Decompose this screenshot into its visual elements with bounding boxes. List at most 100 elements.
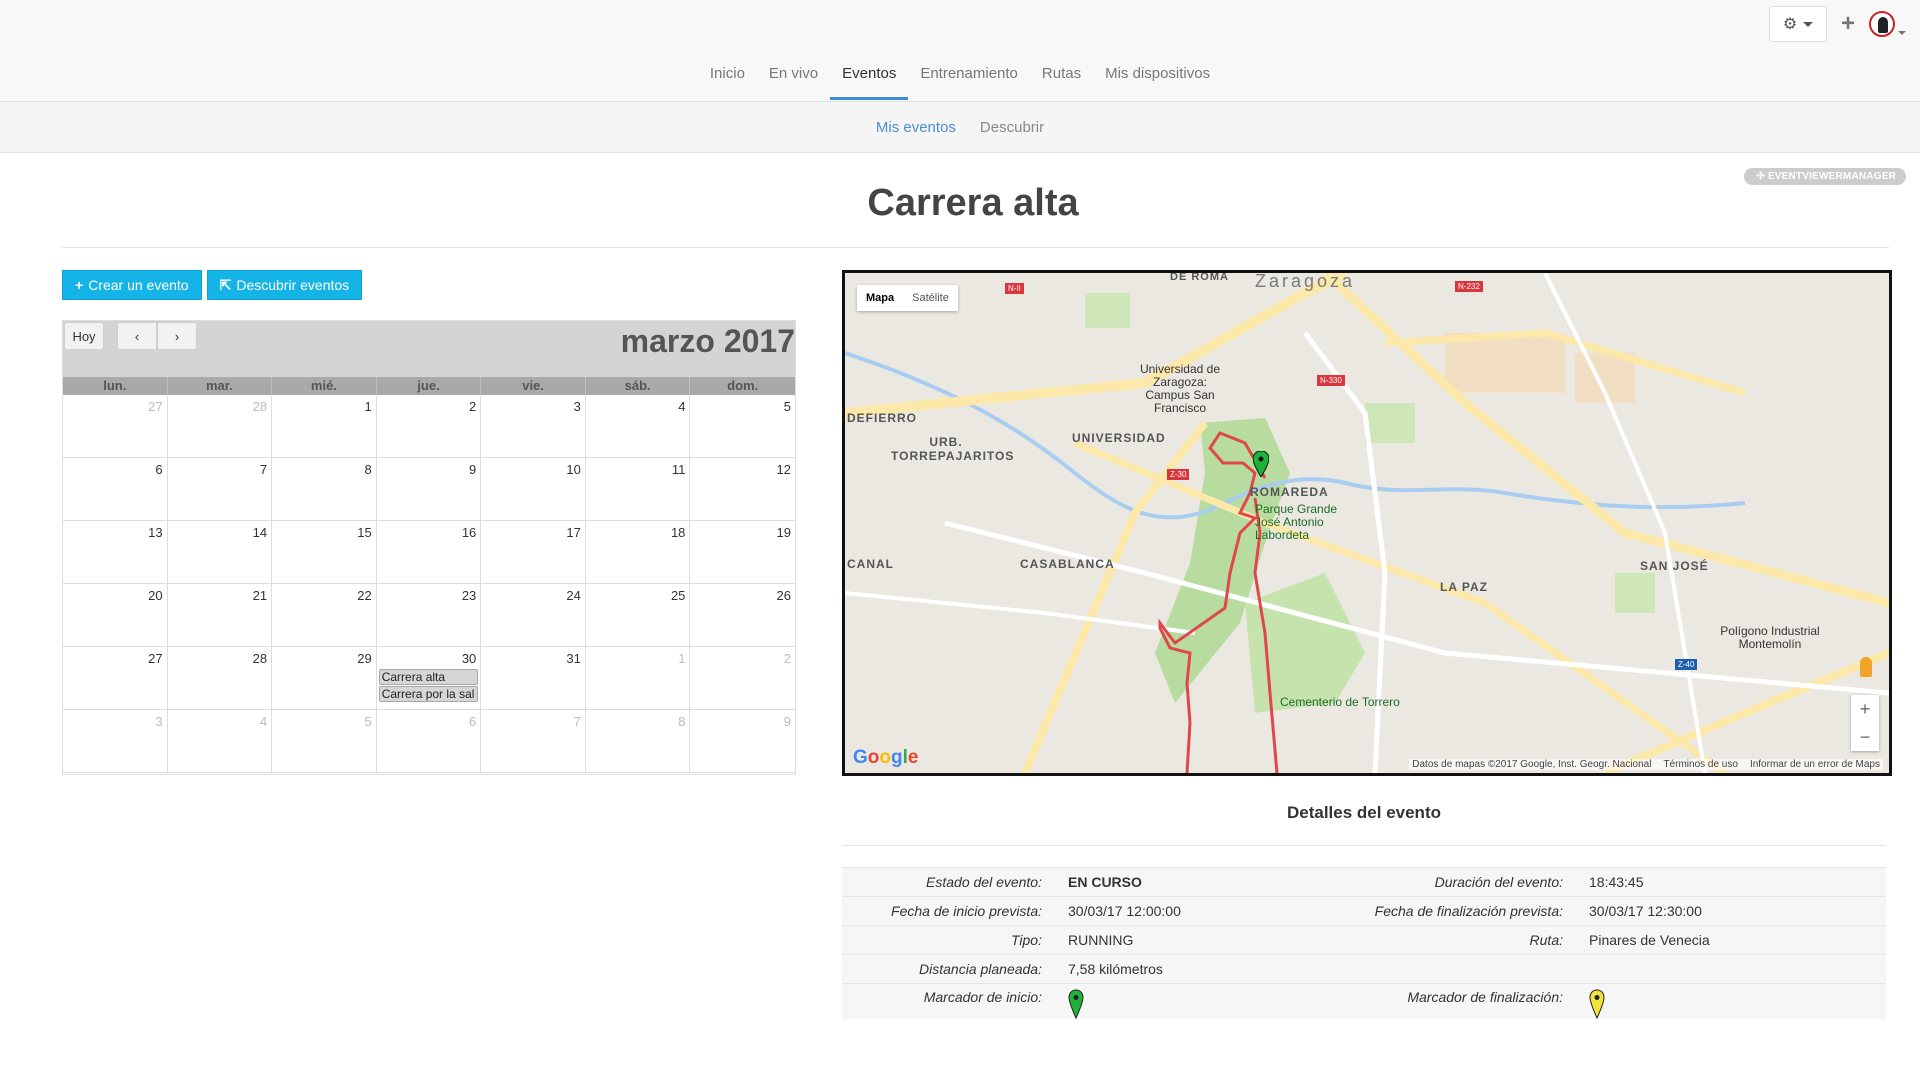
map-report-link[interactable]: Informar de un error de Maps: [1750, 759, 1880, 770]
calendar-day-cell[interactable]: 1: [272, 395, 377, 458]
route-value: Pinares de Venecia: [1589, 932, 1710, 948]
day-number: 7: [573, 714, 581, 729]
calendar-day-cell[interactable]: 27: [63, 647, 168, 710]
calendar-day-cell[interactable]: 24: [481, 584, 586, 647]
calendar-day-cell[interactable]: 23: [376, 584, 482, 647]
nav-rutas[interactable]: Rutas: [1030, 58, 1093, 98]
calendar-day-cell[interactable]: 22: [272, 584, 377, 647]
nav-eventos[interactable]: Eventos: [830, 58, 909, 100]
zoom-in-button[interactable]: +: [1851, 695, 1879, 723]
route-map[interactable]: Zaragoza DE ROMA Universidad de Zaragoza…: [842, 270, 1892, 776]
prev-month-button[interactable]: ‹: [117, 322, 157, 350]
calendar-day-cell[interactable]: 19: [690, 521, 795, 584]
settings-dropdown-button[interactable]: ⚙: [1768, 6, 1827, 42]
map-label: Cementerio de Torrero: [1280, 695, 1400, 709]
share-icon: ⇱: [219, 276, 232, 293]
calendar-day-cell[interactable]: 6: [63, 458, 168, 521]
day-number: 25: [670, 588, 686, 603]
day-number: 7: [259, 462, 268, 477]
nav-entrenamiento[interactable]: Entrenamiento: [908, 58, 1030, 98]
calendar-day-cell[interactable]: 18: [585, 521, 691, 584]
road-badge: Z-40: [1675, 659, 1698, 670]
create-event-button[interactable]: + Crear un evento: [62, 270, 202, 300]
calendar-day-cell[interactable]: 14: [167, 521, 273, 584]
calendar-day-cell[interactable]: 5: [690, 395, 795, 458]
day-number: 24: [566, 588, 581, 603]
discover-events-button[interactable]: ⇱ Descubrir eventos: [206, 270, 363, 300]
calendar-day-cell[interactable]: 9: [690, 710, 795, 773]
calendar-day-cell[interactable]: 15: [272, 521, 377, 584]
day-number: 20: [148, 588, 163, 603]
next-month-button[interactable]: ›: [157, 322, 197, 350]
calendar-day-cell[interactable]: 1: [585, 647, 691, 710]
calendar-day-cell[interactable]: 3: [481, 395, 586, 458]
pegman-icon[interactable]: [1860, 657, 1872, 677]
calendar-day-cell[interactable]: 8: [272, 458, 377, 521]
calendar-day-cell[interactable]: 27: [63, 395, 168, 458]
add-icon[interactable]: +: [1841, 12, 1855, 36]
calendar-day-cell[interactable]: 17: [481, 521, 586, 584]
subnav-mis-eventos[interactable]: Mis eventos: [876, 119, 956, 136]
calendar-day-cell[interactable]: 10: [481, 458, 586, 521]
calendar-event[interactable]: Carrera alta: [378, 669, 479, 685]
calendar: Hoy ‹ › marzo 2017 lun. mar. mié. jue. v…: [62, 320, 796, 775]
dow-header: dom.: [727, 378, 759, 393]
calendar-event[interactable]: Carrera por la sal: [378, 686, 479, 702]
calendar-day-cell[interactable]: 4: [167, 710, 273, 773]
day-number: 12: [776, 462, 791, 477]
day-number: 30: [461, 651, 477, 666]
calendar-day-cell[interactable]: 16: [376, 521, 482, 584]
calendar-day-cell[interactable]: 4: [585, 395, 691, 458]
calendar-day-cell[interactable]: 30 Carrera alta Carrera por la sal: [376, 647, 482, 710]
calendar-day-cell[interactable]: 13: [63, 521, 168, 584]
start-marker-icon[interactable]: [1253, 451, 1269, 477]
calendar-day-cell[interactable]: 21: [167, 584, 273, 647]
calendar-day-cell[interactable]: 8: [585, 710, 691, 773]
day-number: 4: [678, 399, 686, 414]
calendar-day-cell[interactable]: 20: [63, 584, 168, 647]
day-number: 8: [364, 462, 372, 477]
calendar-day-cell[interactable]: 9: [376, 458, 482, 521]
day-number: 15: [357, 525, 372, 540]
page-title: Carrera alta: [867, 182, 1079, 224]
calendar-day-cell[interactable]: 7: [167, 458, 273, 521]
map-type-satelite[interactable]: Satélite: [903, 285, 958, 311]
calendar-day-cell[interactable]: 25: [585, 584, 691, 647]
day-number: 2: [469, 399, 477, 414]
nav-inicio[interactable]: Inicio: [698, 58, 757, 98]
calendar-day-cell[interactable]: 29: [272, 647, 377, 710]
calendar-day-cell[interactable]: 2: [690, 647, 795, 710]
calendar-day-cell[interactable]: 28: [167, 395, 273, 458]
calendar-day-cell[interactable]: 2: [376, 395, 482, 458]
calendar-day-cell[interactable]: 28: [167, 647, 273, 710]
map-type-mapa[interactable]: Mapa: [857, 285, 903, 311]
day-number: 17: [566, 525, 581, 540]
map-type-control: Mapa Satélite: [857, 285, 958, 311]
user-menu[interactable]: [1869, 11, 1906, 37]
day-number: 28: [252, 399, 268, 414]
detail-row: Estado del evento: EN CURSO Duración del…: [842, 867, 1886, 896]
divider: [842, 845, 1886, 846]
map-terms-link[interactable]: Términos de uso: [1663, 759, 1737, 770]
calendar-day-cell[interactable]: 26: [690, 584, 795, 647]
move-icon: ✣: [1756, 171, 1768, 182]
nav-en-vivo[interactable]: En vivo: [757, 58, 830, 98]
nav-mis-dispositivos[interactable]: Mis dispositivos: [1093, 58, 1222, 98]
map-label: SAN JOSÉ: [1640, 559, 1709, 573]
calendar-day-cell[interactable]: 7: [481, 710, 586, 773]
day-number: 5: [364, 714, 372, 729]
calendar-day-cell[interactable]: 31: [481, 647, 586, 710]
subnav-descubrir[interactable]: Descubrir: [980, 119, 1044, 136]
today-button[interactable]: Hoy: [64, 322, 104, 350]
calendar-day-cell[interactable]: 5: [272, 710, 377, 773]
event-details-table: Estado del evento: EN CURSO Duración del…: [842, 867, 1886, 1019]
calendar-day-cell[interactable]: 3: [63, 710, 168, 773]
dow-header: mar.: [168, 377, 273, 395]
day-number: 31: [566, 651, 581, 666]
calendar-day-cell[interactable]: 11: [585, 458, 691, 521]
calendar-day-cell[interactable]: 6: [376, 710, 482, 773]
zoom-out-button[interactable]: −: [1851, 723, 1879, 751]
day-number: 19: [776, 525, 791, 540]
calendar-day-cell[interactable]: 12: [690, 458, 795, 521]
gear-icon: ⚙: [1782, 16, 1798, 33]
